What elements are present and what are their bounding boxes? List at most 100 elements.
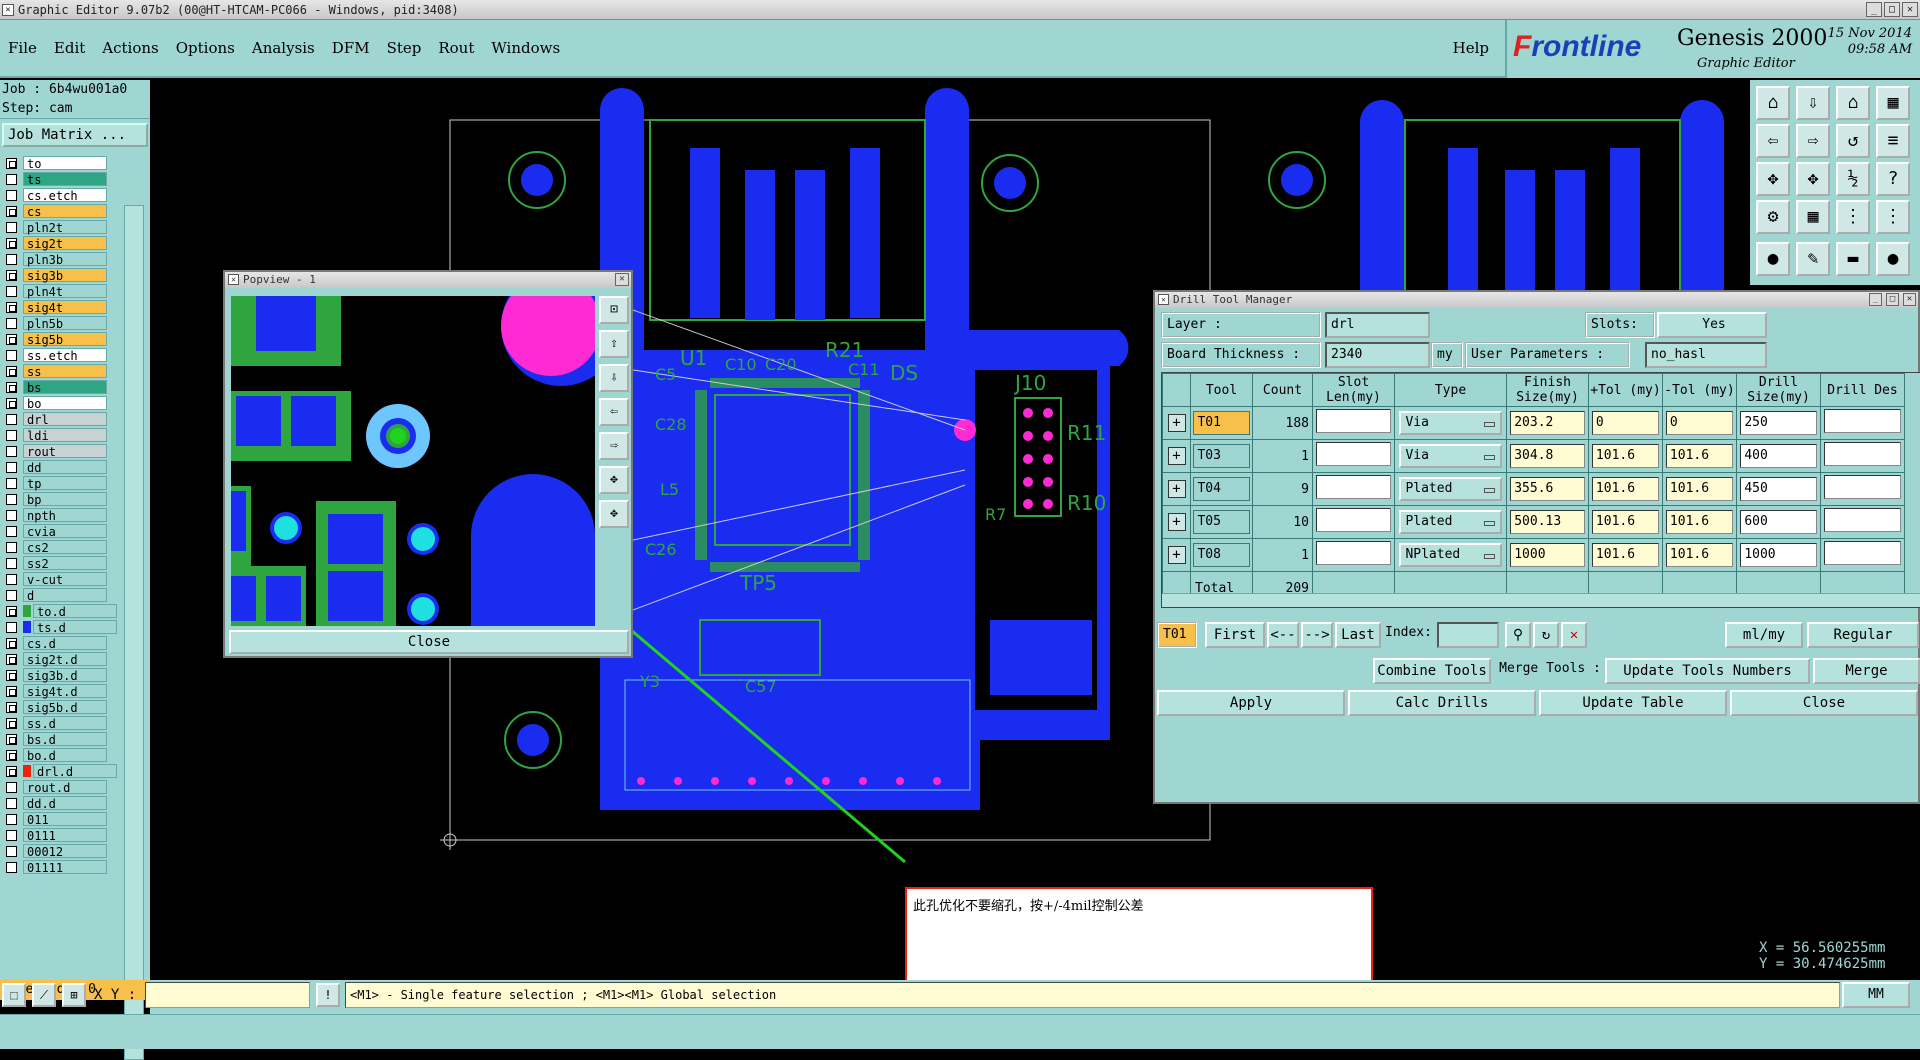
layer-checkbox[interactable]: [6, 381, 17, 393]
layer-row-to-d[interactable]: to.d: [0, 603, 122, 619]
layer-name[interactable]: cs: [23, 204, 107, 219]
type-select[interactable]: Plated: [1399, 477, 1502, 501]
popview-tool-4[interactable]: ⇦: [599, 398, 629, 426]
layer-name[interactable]: ts: [23, 172, 107, 187]
layer-checkbox[interactable]: [6, 717, 17, 729]
layer-name[interactable]: cs2: [23, 540, 107, 555]
layer-row-cs-etch[interactable]: cs.etch: [0, 187, 122, 203]
prev-button[interactable]: <--: [1267, 622, 1299, 648]
layer-checkbox[interactable]: [6, 861, 17, 873]
menu-dfm[interactable]: DFM: [332, 39, 370, 57]
layer-checkbox[interactable]: [6, 685, 17, 697]
layer-checkbox[interactable]: [6, 525, 17, 537]
plus-tol-input[interactable]: 101.6: [1591, 477, 1660, 501]
layer-name[interactable]: 011: [23, 812, 107, 827]
layer-name[interactable]: dd: [23, 460, 107, 475]
toolbar-button-16[interactable]: ⋮: [1876, 200, 1910, 234]
layer-row-cs[interactable]: cs: [0, 203, 122, 219]
layer-row-sig5b-d[interactable]: sig5b.d: [0, 699, 122, 715]
layer-row-d[interactable]: d: [0, 587, 122, 603]
layer-name[interactable]: to: [23, 156, 107, 171]
layer-checkbox[interactable]: [6, 461, 17, 473]
layer-checkbox[interactable]: [6, 397, 17, 409]
menu-windows[interactable]: Windows: [491, 39, 560, 57]
menu-analysis[interactable]: Analysis: [252, 39, 315, 57]
layer-checkbox[interactable]: [6, 701, 17, 713]
layer-checkbox[interactable]: [6, 669, 17, 681]
toolbar-button-7[interactable]: ↺: [1836, 124, 1870, 158]
menu-options[interactable]: Options: [176, 39, 235, 57]
measure-tool-icon[interactable]: ⟋: [32, 983, 56, 1007]
drill-close-icon[interactable]: ✕: [1903, 293, 1916, 306]
layer-name[interactable]: pln5b: [23, 316, 107, 331]
layer-row-cvia[interactable]: cvia: [0, 523, 122, 539]
drill-size-input[interactable]: 1000: [1740, 543, 1817, 567]
popview-tool-1[interactable]: ⊡: [599, 296, 629, 324]
layer-checkbox[interactable]: [6, 429, 17, 441]
minimize-button[interactable]: _: [1866, 2, 1882, 17]
drill-row[interactable]: + T05 10 Plated 500.13 101.6 101.6 600: [1162, 505, 1905, 539]
slots-select[interactable]: Yes: [1657, 312, 1767, 338]
menu-rout[interactable]: Rout: [438, 39, 474, 57]
layer-name[interactable]: cs.d: [23, 636, 107, 651]
layer-row-drl-d[interactable]: drl.d: [0, 763, 122, 779]
slot-len-input[interactable]: [1316, 475, 1391, 499]
layer-name[interactable]: 00012: [23, 844, 107, 859]
tool-cell[interactable]: T03: [1193, 444, 1250, 468]
type-select[interactable]: Via: [1399, 444, 1502, 468]
calc-drills-button[interactable]: Calc Drills: [1348, 690, 1536, 716]
toolbar-button-6[interactable]: ⇨: [1796, 124, 1830, 158]
combine-tools-button[interactable]: Combine Tools: [1373, 658, 1491, 684]
toolbar-button-15[interactable]: ⋮: [1836, 200, 1870, 234]
search-icon[interactable]: ⚲: [1505, 622, 1531, 648]
layer-checkbox[interactable]: [6, 253, 17, 265]
plus-tol-input[interactable]: 0: [1591, 411, 1660, 435]
layer-row-ss-d[interactable]: ss.d: [0, 715, 122, 731]
refresh-icon[interactable]: ↻: [1533, 622, 1559, 648]
layer-name[interactable]: bs: [23, 380, 107, 395]
layer-name[interactable]: rout: [23, 444, 107, 459]
plus-tol-input[interactable]: 101.6: [1591, 444, 1660, 468]
info-icon[interactable]: !: [316, 983, 340, 1007]
finish-size-input[interactable]: 1000: [1510, 543, 1585, 567]
layer-name[interactable]: sig3b.d: [23, 668, 107, 683]
layer-name[interactable]: ldi: [23, 428, 107, 443]
layer-row-npth[interactable]: npth: [0, 507, 122, 523]
toolbar-button-11[interactable]: ½: [1836, 162, 1870, 196]
xy-input[interactable]: [145, 982, 310, 1008]
layer-checkbox[interactable]: [6, 445, 17, 457]
drill-des-input[interactable]: [1824, 442, 1901, 466]
drill-maximize-icon[interactable]: □: [1886, 293, 1899, 306]
toolbar-button-20[interactable]: ●: [1876, 242, 1910, 276]
layer-name[interactable]: sig2t: [23, 236, 107, 251]
index-input[interactable]: [1437, 622, 1499, 648]
layer-checkbox[interactable]: [6, 573, 17, 585]
layer-row-bo[interactable]: bo: [0, 395, 122, 411]
next-button[interactable]: -->: [1301, 622, 1333, 648]
layer-row-cs2[interactable]: cs2: [0, 539, 122, 555]
drill-des-input[interactable]: [1824, 541, 1901, 565]
layer-row-ldi[interactable]: ldi: [0, 427, 122, 443]
popview-close-icon[interactable]: ✕: [615, 273, 629, 286]
layer-name[interactable]: 01111: [23, 860, 107, 875]
toolbar-button-14[interactable]: ▦: [1796, 200, 1830, 234]
tool-cell[interactable]: T08: [1193, 543, 1250, 567]
layer-row-ss[interactable]: ss: [0, 363, 122, 379]
layer-checkbox[interactable]: [6, 557, 17, 569]
popview-tool-7[interactable]: ✥: [599, 500, 629, 528]
expand-icon[interactable]: +: [1167, 546, 1186, 564]
popview-tool-2[interactable]: ⇧: [599, 330, 629, 358]
layer-name[interactable]: v-cut: [23, 572, 107, 587]
tool-cell[interactable]: T01: [1193, 411, 1250, 435]
last-button[interactable]: Last: [1335, 622, 1381, 648]
layer-name[interactable]: sig3b: [23, 268, 107, 283]
toolbar-button-12[interactable]: ?: [1876, 162, 1910, 196]
layer-checkbox[interactable]: [6, 221, 17, 233]
drill-row[interactable]: + T01 188 Via 203.2 0 0 250: [1162, 406, 1905, 440]
layer-row-pln4t[interactable]: pln4t: [0, 283, 122, 299]
toolbar-button-10[interactable]: ✥: [1796, 162, 1830, 196]
layer-checkbox[interactable]: [6, 317, 17, 329]
expand-icon[interactable]: +: [1167, 414, 1186, 432]
layer-row-sig3b[interactable]: sig3b: [0, 267, 122, 283]
drill-size-input[interactable]: 400: [1740, 444, 1817, 468]
